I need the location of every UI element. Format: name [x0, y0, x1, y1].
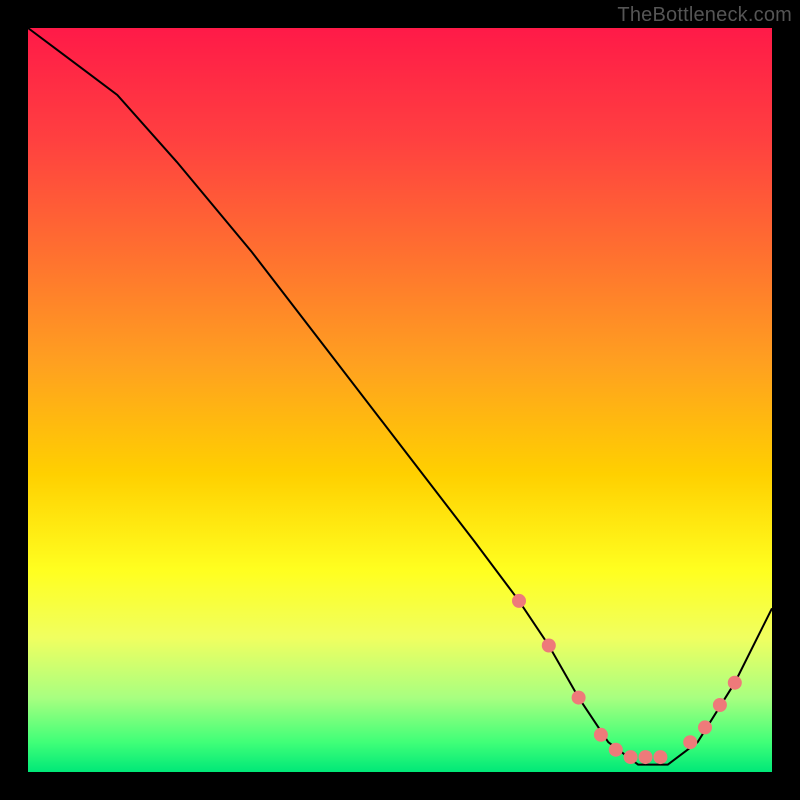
plot-area [28, 28, 772, 772]
curve-marker [639, 750, 653, 764]
curve-marker [698, 720, 712, 734]
curve-marker [653, 750, 667, 764]
curve-marker [609, 743, 623, 757]
curve-marker [683, 735, 697, 749]
curve-marker [542, 639, 556, 653]
curve-marker [594, 728, 608, 742]
curve-marker [728, 676, 742, 690]
curve-marker [624, 750, 638, 764]
curve-marker [713, 698, 727, 712]
chart-frame: TheBottleneck.com [0, 0, 800, 800]
bottleneck-chart [0, 0, 800, 800]
curve-marker [572, 691, 586, 705]
curve-marker [512, 594, 526, 608]
watermark-label: TheBottleneck.com [617, 4, 792, 27]
